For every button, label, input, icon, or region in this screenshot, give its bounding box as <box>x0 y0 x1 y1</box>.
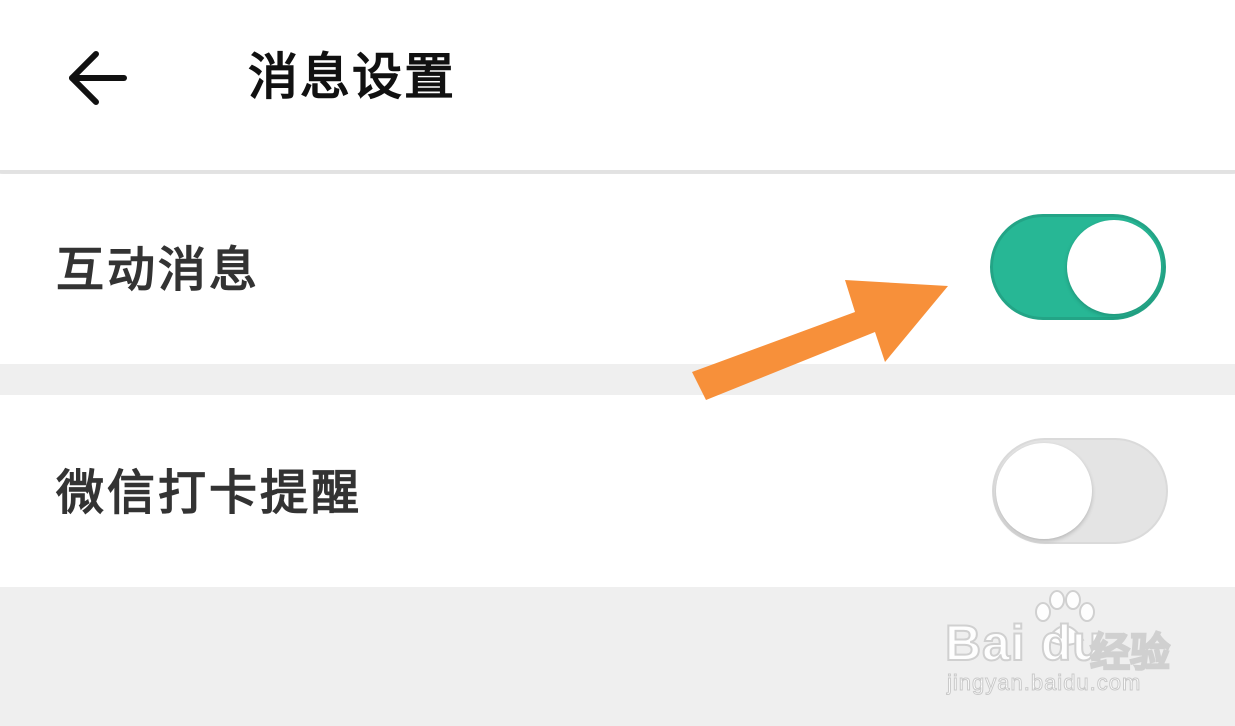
setting-row-interactive-messages: 互动消息 <box>0 174 1235 364</box>
top-app-bar: 消息设置 <box>0 0 1235 173</box>
interactive-messages-toggle[interactable] <box>990 214 1166 320</box>
baidu-jingyan-watermark: Bai du 经验 jingyan.baidu.com <box>944 590 1175 700</box>
back-button[interactable] <box>60 40 136 116</box>
message-settings-screen: 消息设置 互动消息 微信打卡提醒 Bai du 经验 jingyan.baidu… <box>0 0 1235 726</box>
setting-label: 微信打卡提醒 <box>56 465 363 521</box>
watermark-brand: Bai du <box>944 614 1104 672</box>
wechat-checkin-reminder-toggle[interactable] <box>992 438 1168 544</box>
watermark-url: jingyan.baidu.com <box>946 670 1142 696</box>
setting-row-wechat-checkin-reminder: 微信打卡提醒 <box>0 395 1235 587</box>
arrow-left-icon <box>69 51 127 105</box>
setting-label: 互动消息 <box>56 242 261 298</box>
toggle-knob <box>1067 220 1161 314</box>
toggle-knob <box>996 443 1092 539</box>
page-title: 消息设置 <box>248 48 456 106</box>
